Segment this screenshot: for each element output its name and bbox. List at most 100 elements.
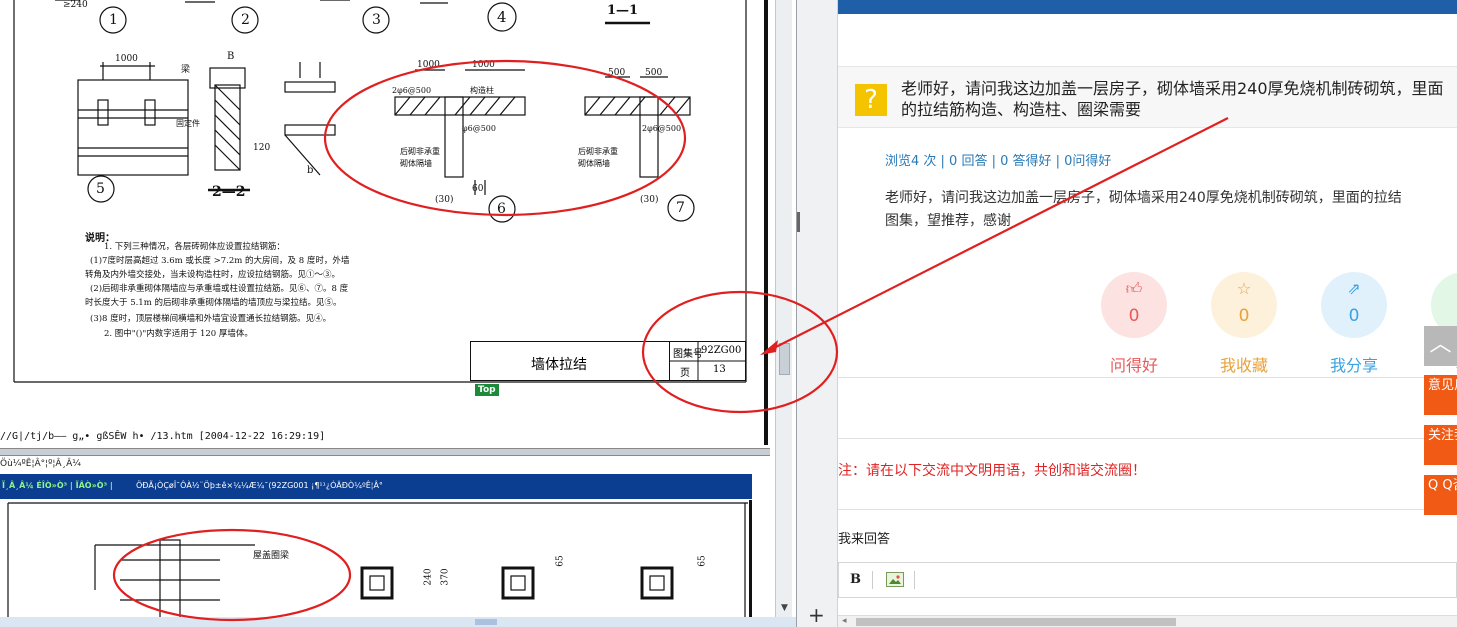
detail-number-1: 1 [109, 12, 118, 28]
rebar-label: 2φ6@500 [642, 124, 682, 133]
title-block-name: 墙体拉结 [531, 357, 587, 373]
share-button[interactable]: ⇗ 0 [1321, 272, 1387, 338]
question-body: 老师好，请问我这边加盖一层房子，砌体墙采用240厚免烧机制砖砌筑，里面的拉结 图… [885, 187, 1457, 233]
top-link[interactable]: Top [475, 384, 499, 396]
left-horizontal-scrollbar[interactable] [0, 617, 796, 627]
like-button[interactable]: 👍︎ 0 [1101, 272, 1167, 338]
like-label[interactable]: 问得好 [1100, 352, 1168, 376]
share-action[interactable]: ⇗ 0 我分享 [1320, 272, 1388, 376]
answer-section-label: 我来回答 [838, 532, 891, 547]
scrollbar-thumb[interactable] [475, 619, 497, 625]
note-line: 2. 图中"()"内数字适用于 120 厚墙体。 [104, 329, 253, 339]
scroll-left-icon[interactable]: ◂ [842, 616, 847, 626]
note-line: (1)7度时层高超过 3.6m 或长度 >7.2m 的大房间，及 8 度时，外墙 [90, 256, 350, 266]
question-body-line: 图集，望推荐，感谢 [885, 213, 1011, 229]
rebar-label: φ6@500 [462, 124, 496, 133]
page-value: 13 [713, 364, 726, 375]
star-icon: ☆ [1236, 279, 1252, 298]
atlas-number-label: 图集号 [673, 349, 703, 360]
community-notice: 注：请在以下交流中文明用语，共创和谐交流圈！ [838, 463, 1146, 479]
add-icon[interactable]: + [808, 605, 825, 625]
divider [838, 377, 1457, 378]
toolbar-separator [872, 571, 873, 589]
dim-label: 500 [645, 68, 663, 78]
detail-number-3: 3 [372, 12, 381, 28]
dim-label: 1000 [115, 54, 138, 64]
share-label[interactable]: 我分享 [1320, 352, 1388, 376]
wall-note-label: 后砌非承重 砌体隔墙 [578, 147, 618, 168]
detail-number-7: 7 [676, 200, 685, 216]
page-nav-links[interactable]: Ï¸Â¸Â¼ ÉÎÒ»Ò³ | ÏÂÒ»Ò³ | [2, 481, 113, 490]
dim-label: 1000 [472, 60, 495, 70]
like-count: 0 [1128, 306, 1140, 326]
dim-label: 60 [472, 184, 484, 194]
dim-label: (30) [640, 195, 659, 205]
detail-number-5: 5 [96, 181, 105, 197]
dim-label: 65 [555, 555, 566, 567]
note-line: 转角及内外墙交接处，当未设构造柱时，应设拉结钢筋。见①～③。 [85, 270, 341, 280]
dim-label: B [227, 51, 235, 62]
question-stats: 浏览4 次 | 0 回答 | 0 答得好 | 0问得好 [885, 154, 1112, 169]
bold-button[interactable]: B [850, 572, 861, 587]
dim-label: 240 [423, 568, 434, 586]
section-label-2-2: 2—2 [212, 184, 246, 200]
page-nav-title: ÖÐÃ¡ÒÇøÎ¯ÔÀ½¨Öþ±ê×¼¼Æ¼¯(92ZG001 ¡¶¹¹¿ÓÄÐ… [136, 481, 383, 490]
wall-note-label: 后砌非承重 砌体隔墙 [400, 147, 440, 168]
scanned-drawing-sheet: 1 2 3 4 5 6 7 1—1 2—2 1000 1000 1000 500… [0, 0, 768, 445]
page-nav-bar: Ï¸Â¸Â¼ ÉÎÒ»Ò³ | ÏÂÒ»Ò³ | ÖÐÃ¡ÒÇøÎ¯ÔÀ½¨Öþ… [0, 474, 752, 499]
question-body-line: 老师好，请问我这边加盖一层房子，砌体墙采用240厚免烧机制砖砌筑，里面的拉结 [885, 190, 1402, 206]
dim-label: 65 [697, 555, 708, 567]
scrollbar-thumb[interactable] [856, 618, 1176, 626]
dim-label: 500 [608, 68, 626, 78]
feedback-side-tab[interactable]: 意见反馈 [1424, 375, 1457, 415]
detail-number-2: 2 [241, 12, 250, 28]
page-label: 页 [680, 368, 690, 379]
drawing-title-block: 墙体拉结 图集号 92ZG00 页 13 [470, 341, 746, 381]
right-horizontal-scrollbar[interactable]: ◂ [838, 615, 1457, 627]
source-url-line: //G|/tj/b—— g„• gßSÊW h• /13.htm [2004-1… [0, 431, 326, 442]
pane-splitter[interactable]: + [797, 0, 838, 627]
favorite-count: 0 [1238, 306, 1250, 326]
structural-drawing-2 [7, 502, 748, 627]
dim-label: 370 [440, 568, 451, 586]
detail-number-6: 6 [497, 201, 506, 217]
site-header-strip [838, 0, 1457, 14]
frame-divider [0, 448, 770, 456]
favorite-label[interactable]: 我收藏 [1210, 352, 1278, 376]
question-mark-icon: ? [855, 84, 887, 116]
favorite-action[interactable]: ☆ 0 我收藏 [1210, 272, 1278, 376]
answer-editor-toolbar[interactable]: B [838, 562, 1457, 598]
chevron-up-icon: ︿ [1429, 332, 1452, 357]
thumbs-up-icon: 👍︎ [1125, 279, 1143, 298]
detail-number-4: 4 [497, 8, 507, 26]
scroll-down-icon[interactable]: ▼ [778, 602, 791, 615]
like-action[interactable]: 👍︎ 0 问得好 [1100, 272, 1168, 376]
qa-page-pane: ? 老师好，请问我这边加盖一层房子，砌体墙采用240厚免烧机制砖砌筑，里面的拉结… [838, 0, 1457, 627]
fixing-label: 固定件 [176, 119, 200, 128]
document-viewer-pane: 1 2 3 4 5 6 7 1—1 2—2 1000 1000 1000 500… [0, 0, 797, 627]
section-label-1-1: 1—1 [607, 3, 639, 18]
note-line: (3)8 度时，顶层楼梯间横墙和外墙宜设置通长拉结钢筋。见④。 [90, 314, 332, 324]
scanned-drawing-sheet-2: 屋盖圈梁 240 370 65 65 [0, 500, 752, 627]
back-to-top-button[interactable]: ︿ [1424, 326, 1457, 366]
column-label: 构造柱 [470, 86, 494, 95]
question-header: ? 老师好，请问我这边加盖一层房子，砌体墙采用240厚免烧机制砖砌筑，里面的拉结… [838, 66, 1457, 128]
insert-image-icon[interactable] [886, 572, 904, 587]
splitter-grip[interactable] [797, 212, 800, 232]
atlas-number-value: 92ZG00 [701, 345, 742, 356]
dim-label: 1000 [417, 60, 440, 70]
follow-side-tab[interactable]: 关注我们 [1424, 425, 1457, 465]
left-vertical-scrollbar[interactable]: ▼ [775, 0, 792, 617]
toolbar-separator [914, 571, 915, 589]
title-block-grid: 图集号 92ZG00 页 13 [669, 342, 746, 380]
favorite-button[interactable]: ☆ 0 [1211, 272, 1277, 338]
question-title: 老师好，请问我这边加盖一层房子，砌体墙采用240厚免烧机制砖砌筑，里面的拉结筋构… [901, 79, 1444, 119]
share-count: 0 [1348, 306, 1360, 326]
qq-consult-side-tab[interactable]: Q Q咨询 [1424, 475, 1457, 515]
beam-label: 梁 [181, 65, 191, 75]
dim-label: ≥240 [63, 0, 88, 10]
roof-beam-label: 屋盖圈梁 [253, 551, 290, 561]
divider [838, 438, 1457, 439]
garbled-caption: Öù¼ºÊ¦Â°¦º¦Â¸Â¼ [0, 459, 81, 469]
scrollbar-thumb[interactable] [779, 343, 790, 375]
